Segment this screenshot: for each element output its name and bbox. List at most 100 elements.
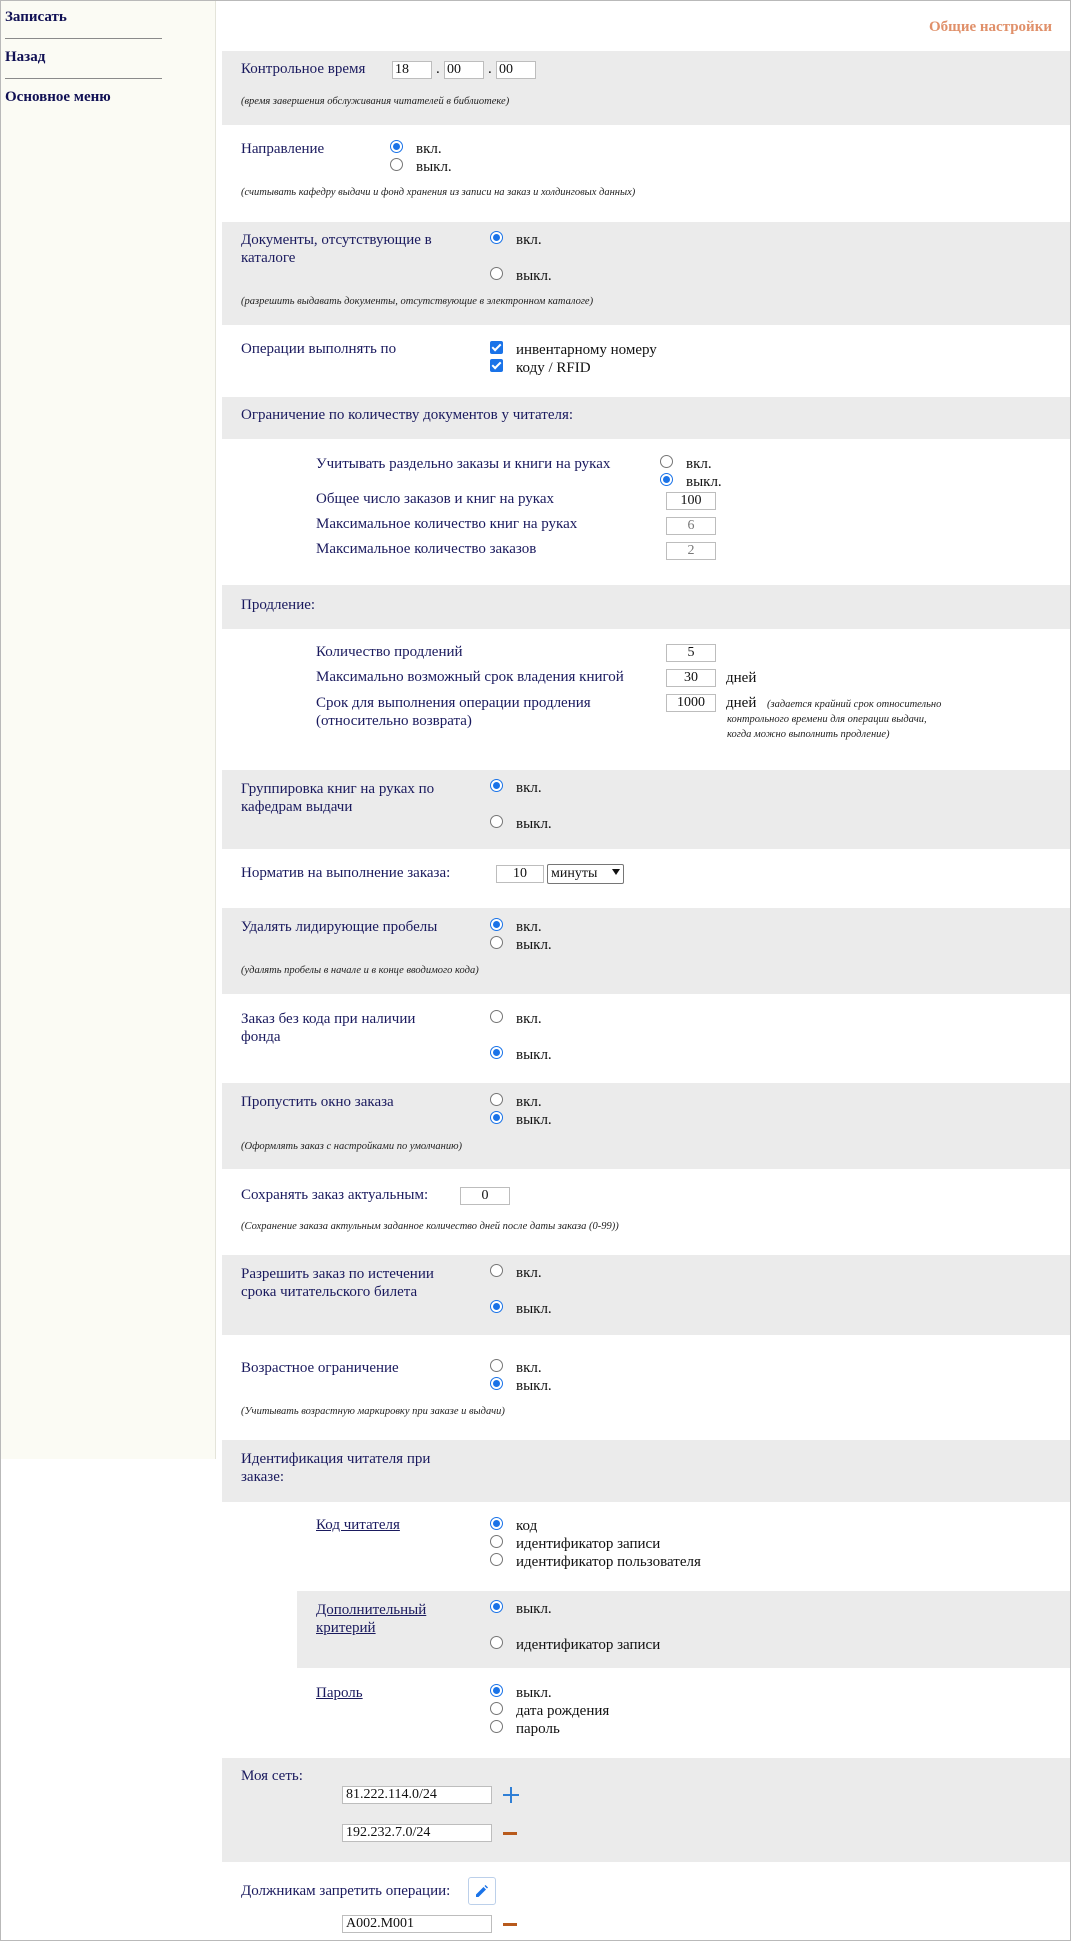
direction-on-radio[interactable] — [390, 140, 403, 153]
inventory-number-checkbox[interactable] — [490, 341, 503, 354]
direction-off-radio[interactable] — [390, 158, 403, 171]
max-books-input[interactable]: 6 — [666, 517, 716, 535]
expired-card-label: Разрешить заказ по истечении срока читат… — [241, 1266, 434, 1300]
age-limit-on-radio[interactable] — [490, 1359, 503, 1372]
password-link[interactable]: Пароль — [316, 1685, 363, 1702]
limit-title: Ограничение по количеству документов у ч… — [241, 407, 574, 423]
separate-count-on-label: вкл. — [686, 456, 712, 472]
sidebar-item-save[interactable]: Записать — [5, 9, 67, 26]
keep-order-input[interactable]: 0 — [460, 1187, 510, 1205]
max-term-input[interactable]: 30 — [666, 669, 716, 687]
direction-off-label: выкл. — [416, 159, 452, 175]
grouping-off-radio[interactable] — [490, 815, 503, 828]
norm-label: Норматив на выполнение заказа: — [241, 865, 451, 881]
direction-on-label: вкл. — [416, 141, 442, 157]
minus-icon[interactable] — [503, 1832, 517, 1835]
trim-spaces-off-label: выкл. — [516, 937, 552, 953]
missing-docs-on-label: вкл. — [516, 232, 542, 248]
time-separator: . — [436, 61, 440, 77]
separate-count-off-radio[interactable] — [660, 473, 673, 486]
direction-hint: (считывать кафедру выдачи и фонд хранени… — [241, 187, 636, 198]
settings-form: Общие настройки Контрольное время 18 . 0… — [222, 1, 1070, 1940]
total-count-input[interactable]: 100 — [666, 492, 716, 510]
age-limit-on-label: вкл. — [516, 1360, 542, 1376]
password-password-radio[interactable] — [490, 1720, 503, 1733]
extra-criterion-option-label: выкл. — [516, 1601, 552, 1617]
max-books-label: Максимальное количество книг на руках — [316, 516, 578, 532]
reader-code-option-code-radio[interactable] — [490, 1517, 503, 1530]
norm-unit-select[interactable]: минуты — [547, 864, 624, 884]
control-time-minutes-input[interactable]: 00 — [444, 61, 484, 79]
edit-button[interactable] — [468, 1877, 496, 1905]
missing-docs-label: Документы, отсутствующие в каталоге — [241, 232, 432, 266]
order-no-code-label: Заказ без кода при наличии фонда — [241, 1011, 416, 1045]
separate-count-label: Учитывать раздельно заказы и книги на ру… — [316, 456, 611, 472]
missing-docs-off-label: выкл. — [516, 268, 552, 284]
max-orders-input[interactable]: 2 — [666, 542, 716, 560]
sidebar-divider — [5, 38, 162, 39]
extra-criterion-link[interactable]: Дополнительный критерий — [316, 1601, 466, 1637]
time-separator: . — [488, 61, 492, 77]
order-no-code-off-radio[interactable] — [490, 1046, 503, 1059]
control-time-hours-input[interactable]: 18 — [392, 61, 432, 79]
missing-docs-hint: (разрешить выдавать документы, отсутству… — [241, 296, 594, 307]
expired-card-off-radio[interactable] — [490, 1300, 503, 1313]
plus-icon[interactable] — [503, 1787, 519, 1803]
skip-order-on-radio[interactable] — [490, 1093, 503, 1106]
operations-by-label: Операции выполнять по — [241, 341, 397, 357]
extra-criterion-option-label: идентификатор записи — [516, 1637, 661, 1653]
grouping-label: Группировка книг на руках по кафедрам вы… — [241, 781, 435, 815]
trim-spaces-off-radio[interactable] — [490, 936, 503, 949]
reader-code-option-label: идентификатор пользователя — [516, 1554, 701, 1570]
keep-order-label: Сохранять заказ актуальным: — [241, 1187, 429, 1203]
reader-code-option-label: идентификатор записи — [516, 1536, 661, 1552]
renewal-title: Продление: — [241, 597, 316, 613]
reader-code-option-label: код — [516, 1518, 538, 1534]
skip-order-off-radio[interactable] — [490, 1111, 503, 1124]
debtor-entry-input[interactable]: A002.M001 — [342, 1915, 492, 1933]
expired-card-on-radio[interactable] — [490, 1264, 503, 1277]
extra-criterion-off-radio[interactable] — [490, 1600, 503, 1613]
age-limit-off-radio[interactable] — [490, 1377, 503, 1390]
control-time-hint: (время завершения обслуживания читателей… — [241, 96, 510, 107]
trim-spaces-on-label: вкл. — [516, 919, 542, 935]
grouping-on-label: вкл. — [516, 780, 542, 796]
my-network-label: Моя сеть: — [241, 1768, 303, 1784]
trim-spaces-on-radio[interactable] — [490, 918, 503, 931]
control-time-label: Контрольное время — [241, 61, 366, 77]
grouping-off-label: выкл. — [516, 816, 552, 832]
sidebar-divider — [5, 78, 162, 79]
extra-criterion-record-radio[interactable] — [490, 1636, 503, 1649]
inventory-number-label: инвентарному номеру — [516, 342, 657, 358]
order-no-code-on-radio[interactable] — [490, 1010, 503, 1023]
grouping-on-radio[interactable] — [490, 779, 503, 792]
order-no-code-off-label: выкл. — [516, 1047, 552, 1063]
reader-code-link[interactable]: Код читателя — [316, 1517, 400, 1534]
sidebar-item-back[interactable]: Назад — [5, 49, 45, 66]
age-limit-off-label: выкл. — [516, 1378, 552, 1394]
separate-count-on-radio[interactable] — [660, 455, 673, 468]
network-entry-input[interactable]: 192.232.7.0/24 — [342, 1824, 492, 1842]
reader-code-option-record-radio[interactable] — [490, 1535, 503, 1548]
op-term-input[interactable]: 1000 — [666, 694, 716, 712]
password-option-label: выкл. — [516, 1685, 552, 1701]
network-entry-input[interactable]: 81.222.114.0/24 — [342, 1786, 492, 1804]
password-off-radio[interactable] — [490, 1684, 503, 1697]
op-term-label: Срок для выполнения операции продления (… — [316, 695, 591, 729]
norm-input[interactable]: 10 — [496, 865, 544, 883]
separate-count-off-label: выкл. — [686, 474, 722, 490]
minus-icon[interactable] — [503, 1923, 517, 1926]
missing-docs-on-radio[interactable] — [490, 231, 503, 244]
reader-code-option-user-radio[interactable] — [490, 1553, 503, 1566]
control-time-seconds-input[interactable]: 00 — [496, 61, 536, 79]
password-birthdate-radio[interactable] — [490, 1702, 503, 1715]
missing-docs-off-radio[interactable] — [490, 267, 503, 280]
debtors-label: Должникам запретить операции: — [241, 1883, 451, 1899]
sidebar-item-main-menu[interactable]: Основное меню — [5, 89, 111, 106]
identification-title: Идентификация читателя при заказе: — [241, 1451, 431, 1485]
rfid-checkbox[interactable] — [490, 359, 503, 372]
renewal-count-input[interactable]: 5 — [666, 644, 716, 662]
max-orders-label: Максимальное количество заказов — [316, 541, 537, 557]
skip-order-hint: (Оформлять заказ с настройками по умолча… — [241, 1141, 462, 1152]
direction-label: Направление — [241, 141, 325, 157]
